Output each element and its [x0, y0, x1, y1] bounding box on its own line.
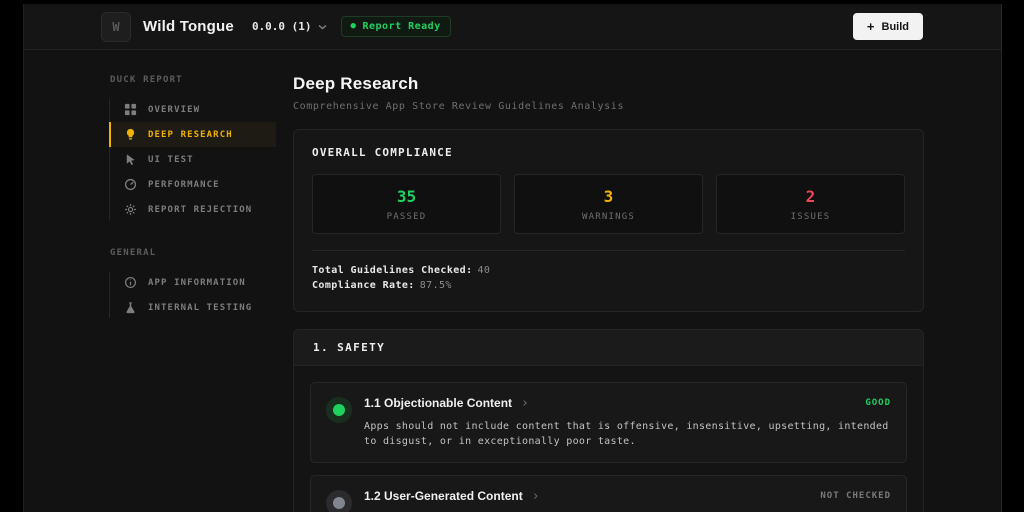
chevron-right-icon: › [521, 397, 529, 410]
sidebar-item-overview[interactable]: OVERVIEW [109, 97, 276, 122]
sidebar-item-label: OVERVIEW [148, 105, 200, 115]
guideline-description: Apps should not include content that is … [364, 419, 891, 449]
guideline-status: NOT CHECKED [820, 491, 891, 501]
main-content: Deep Research Comprehensive App Store Re… [293, 50, 924, 512]
top-bar: W Wild Tongue 0.0.0 (1) ● Report Ready +… [24, 4, 1001, 50]
info-icon [124, 276, 137, 289]
stat-issues: 2 ISSUES [716, 174, 905, 234]
sidebar-item-label: UI TEST [148, 155, 194, 165]
guideline-item-user-generated-content[interactable]: 1.2 User-Generated Content › NOT CHECKED… [310, 475, 907, 512]
compliance-rate-line: Compliance Rate:87.5% [312, 278, 905, 293]
sidebar-item-report-rejection[interactable]: REPORT REJECTION [109, 197, 276, 222]
stat-value: 35 [397, 187, 416, 206]
build-button[interactable]: + Build [853, 13, 923, 40]
sidebar-item-label: PERFORMANCE [148, 180, 220, 190]
status-dot-icon: ● [351, 22, 357, 31]
sidebar-item-app-information[interactable]: APP INFORMATION [109, 270, 276, 295]
stat-label: PASSED [387, 212, 427, 222]
compliance-totals: Total Guidelines Checked:40 Compliance R… [312, 263, 905, 293]
stat-value: 3 [604, 187, 614, 206]
flask-icon [124, 301, 137, 314]
gauge-icon [124, 178, 137, 191]
plus-icon: + [867, 20, 875, 33]
section-label: GENERAL [110, 248, 286, 258]
version-label: 0.0.0 (1) [252, 20, 312, 33]
status-indicator-good [326, 397, 352, 423]
build-button-label: Build [882, 21, 910, 33]
sidebar-item-deep-research[interactable]: DEEP RESEARCH [109, 122, 276, 147]
app-logo: W [101, 12, 131, 42]
guideline-title: 1.2 User-Generated Content [364, 489, 523, 503]
version-dropdown[interactable]: 0.0.0 (1) [252, 20, 327, 33]
divider [312, 250, 905, 251]
sidebar-item-internal-testing[interactable]: INTERNAL TESTING [109, 295, 276, 320]
chevron-down-icon [318, 24, 327, 30]
lightbulb-icon [124, 128, 137, 141]
safety-section: 1. SAFETY 1.1 Objectionable Content › GO… [293, 329, 924, 512]
total-guidelines-line: Total Guidelines Checked:40 [312, 263, 905, 278]
chevron-right-icon: › [532, 490, 540, 503]
status-indicator-neutral [326, 490, 352, 512]
cursor-icon [124, 153, 137, 166]
stat-warnings: 3 WARNINGS [514, 174, 703, 234]
sidebar-item-label: APP INFORMATION [148, 278, 246, 288]
sidebar-item-label: REPORT REJECTION [148, 205, 252, 215]
page-title: Deep Research [293, 74, 924, 94]
compliance-card-header: OVERALL COMPLIANCE [312, 146, 905, 159]
sidebar-item-ui-test[interactable]: UI TEST [109, 147, 276, 172]
guideline-item-objectionable-content[interactable]: 1.1 Objectionable Content › GOOD Apps sh… [310, 382, 907, 463]
grid-icon [124, 103, 137, 116]
stat-value: 2 [806, 187, 816, 206]
overall-compliance-card: OVERALL COMPLIANCE 35 PASSED 3 WARNINGS … [293, 129, 924, 312]
logo-glyph: W [112, 20, 119, 34]
sidebar-section-duck-report: DUCK REPORT OVERVIEW DEEP RESEARCH UI TE… [24, 75, 286, 222]
sidebar: DUCK REPORT OVERVIEW DEEP RESEARCH UI TE… [24, 50, 286, 512]
status-badge: ● Report Ready [341, 16, 451, 37]
guideline-title: 1.1 Objectionable Content [364, 396, 512, 410]
status-badge-label: Report Ready [362, 21, 440, 32]
sidebar-section-general: GENERAL APP INFORMATION INTERNAL TESTING [24, 248, 286, 320]
stat-label: WARNINGS [582, 212, 635, 222]
stats-row: 35 PASSED 3 WARNINGS 2 ISSUES [312, 174, 905, 234]
stat-passed: 35 PASSED [312, 174, 501, 234]
sidebar-item-label: DEEP RESEARCH [148, 130, 233, 140]
app-window: W Wild Tongue 0.0.0 (1) ● Report Ready +… [23, 4, 1002, 512]
gear-icon [124, 203, 137, 216]
page-subtitle: Comprehensive App Store Review Guideline… [293, 101, 924, 112]
guideline-status: GOOD [865, 398, 891, 408]
section-label: DUCK REPORT [110, 75, 286, 85]
sidebar-item-performance[interactable]: PERFORMANCE [109, 172, 276, 197]
safety-section-header: 1. SAFETY [294, 330, 923, 366]
app-title: Wild Tongue [143, 18, 234, 35]
sidebar-item-label: INTERNAL TESTING [148, 303, 252, 313]
stat-label: ISSUES [791, 212, 831, 222]
safety-section-body: 1.1 Objectionable Content › GOOD Apps sh… [294, 366, 923, 512]
